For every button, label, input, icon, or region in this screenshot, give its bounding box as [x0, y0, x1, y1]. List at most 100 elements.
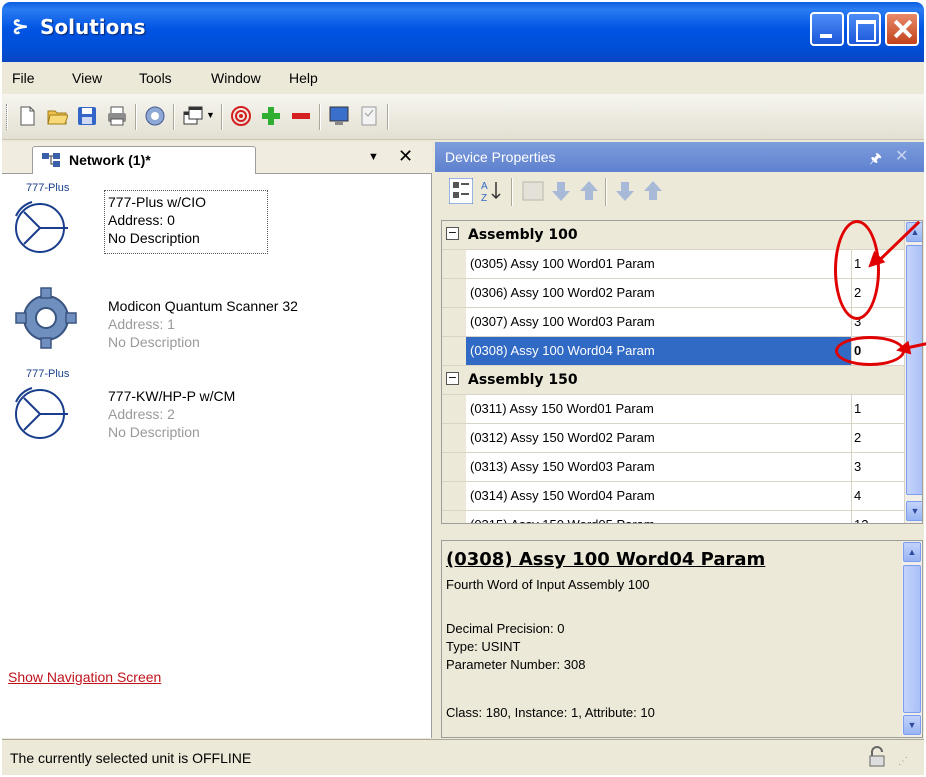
print-icon[interactable]: [106, 105, 128, 127]
property-value[interactable]: 1: [854, 401, 861, 416]
toolbar-grip[interactable]: [6, 104, 8, 130]
arrow-down-icon[interactable]: [551, 180, 571, 202]
scroll-down-button[interactable]: ▼: [906, 501, 922, 521]
device-item[interactable]: Modicon Quantum Scanner 32 Address: 1 No…: [12, 282, 422, 362]
collapse-icon[interactable]: −: [446, 372, 459, 385]
chevron-down-icon[interactable]: ▼: [206, 110, 215, 120]
close-icon[interactable]: ✕: [895, 146, 908, 166]
properties-toolbar: AZ: [435, 172, 924, 218]
device-address: Address: 0: [108, 212, 175, 228]
add-icon[interactable]: [260, 105, 282, 127]
close-icon[interactable]: ✕: [398, 146, 413, 167]
property-value[interactable]: 2: [854, 430, 861, 445]
scroll-thumb[interactable]: [906, 245, 922, 495]
table-row[interactable]: (0312) Assy 150 Word02 Param 2: [442, 424, 904, 453]
scroll-down-button[interactable]: ▼: [903, 715, 921, 735]
table-row[interactable]: (0314) Assy 150 Word04 Param 4: [442, 482, 904, 511]
device-item[interactable]: 777-Plus 777-KW/HP-P w/CM Address: 2 No …: [12, 368, 422, 450]
open-folder-icon[interactable]: [46, 105, 68, 127]
property-name: (0313) Assy 150 Word03 Param: [466, 453, 852, 481]
monitor-icon[interactable]: [328, 105, 350, 127]
save-icon[interactable]: [76, 105, 98, 127]
window-icon[interactable]: [182, 105, 204, 127]
device-description: No Description: [108, 334, 200, 350]
arrow-up-icon[interactable]: [643, 180, 663, 202]
collapse-icon[interactable]: −: [446, 227, 459, 240]
menu-bar: File View Tools Window Help: [2, 62, 924, 94]
data-type: Type: USINT: [446, 639, 521, 654]
menu-file[interactable]: File: [12, 70, 35, 86]
device-name: 777-Plus w/CIO: [108, 194, 207, 210]
device-address: Address: 1: [108, 316, 175, 332]
device-name: Modicon Quantum Scanner 32: [108, 298, 298, 314]
arrow-head-icon: [894, 340, 912, 358]
lock-icon: [869, 746, 885, 767]
tab-network[interactable]: Network (1)*: [32, 146, 256, 174]
checklist-icon[interactable]: [358, 105, 380, 127]
table-row[interactable]: (0315) Assy 150 Word05 Param12: [442, 511, 904, 523]
device-description: No Description: [108, 230, 200, 246]
table-row[interactable]: (0307) Assy 100 Word03 Param 3: [442, 308, 904, 337]
sort-alphabetical-icon[interactable]: AZ: [479, 178, 503, 204]
close-button[interactable]: [885, 12, 919, 46]
class-info: Class: 180, Instance: 1, Attribute: 10: [446, 705, 655, 720]
property-name: (0314) Assy 150 Word04 Param: [466, 482, 852, 510]
arrow-up-icon[interactable]: [579, 180, 599, 202]
annotation-ellipse: [835, 336, 905, 366]
remove-icon[interactable]: [290, 105, 312, 127]
menu-view[interactable]: View: [72, 70, 102, 86]
description-subtitle: Fourth Word of Input Assembly 100: [446, 577, 650, 592]
property-name: (0312) Assy 150 Word02 Param: [466, 424, 852, 452]
window-title: Solutions: [40, 15, 146, 39]
table-row[interactable]: (0313) Assy 150 Word03 Param 3: [442, 453, 904, 482]
property-value[interactable]: 3: [854, 459, 861, 474]
device-item[interactable]: 777-Plus 777-Plus w/CIO Address: 0 No De…: [12, 182, 422, 264]
scroll-thumb[interactable]: [903, 565, 921, 713]
toolbar-separator: [135, 104, 137, 130]
status-bar: The currently selected unit is OFFLINE ⋰: [2, 739, 924, 775]
toolbar-separator: [605, 178, 607, 206]
main-toolbar: ▼: [2, 94, 924, 140]
category-label: Assembly 100: [468, 227, 578, 243]
motor-icon: [15, 201, 68, 253]
property-pages-icon[interactable]: [521, 180, 545, 202]
category-row[interactable]: − Assembly 150: [442, 366, 904, 395]
category-row[interactable]: − Assembly 100: [442, 221, 904, 250]
device-properties-header: Device Properties 🖈 ✕: [435, 142, 924, 172]
scroll-up-button[interactable]: ▲: [903, 542, 921, 562]
connect-icon[interactable]: [144, 105, 166, 127]
network-scan-icon[interactable]: [230, 105, 252, 127]
resize-grip-icon[interactable]: ⋰: [898, 756, 908, 767]
minimize-button[interactable]: [810, 12, 844, 46]
property-name: (0307) Assy 100 Word03 Param: [466, 308, 852, 336]
device-badge: 777-Plus: [26, 368, 70, 380]
property-value[interactable]: 12: [854, 517, 868, 523]
menu-tools[interactable]: Tools: [139, 70, 172, 86]
network-panel: Network (1)* ▼ ✕ 777-Plus 777-Plus w/CIO…: [2, 142, 432, 738]
property-name: (0306) Assy 100 Word02 Param: [466, 279, 852, 307]
title-bar[interactable]: ⊱ Solutions: [2, 2, 924, 62]
property-name: (0305) Assy 100 Word01 Param: [466, 250, 852, 278]
menu-window[interactable]: Window: [211, 70, 261, 86]
show-navigation-link[interactable]: Show Navigation Screen: [8, 669, 161, 685]
property-name: (0311) Assy 150 Word01 Param: [466, 395, 852, 423]
property-name: (0308) Assy 100 Word04 Param: [466, 337, 852, 365]
pin-icon[interactable]: 🖈: [869, 148, 882, 172]
gear-icon: [15, 287, 77, 349]
maximize-button[interactable]: [847, 12, 881, 46]
app-logo-icon: ⊱: [12, 16, 29, 38]
chevron-down-icon[interactable]: ▼: [368, 151, 379, 163]
arrow-down-icon[interactable]: [615, 180, 635, 202]
description-panel: (0308) Assy 100 Word04 Param Fourth Word…: [441, 540, 923, 738]
grid-scrollbar[interactable]: ▲ ▼: [904, 221, 922, 523]
description-scrollbar[interactable]: ▲ ▼: [902, 541, 922, 737]
property-value[interactable]: 4: [854, 488, 861, 503]
toolbar-separator: [319, 104, 321, 130]
toolbar-separator: [221, 104, 223, 130]
menu-help[interactable]: Help: [289, 70, 318, 86]
table-row[interactable]: (0311) Assy 150 Word01 Param 1: [442, 395, 904, 424]
device-badge: 777-Plus: [26, 182, 70, 194]
new-file-icon[interactable]: [16, 105, 38, 127]
categorized-view-icon[interactable]: [449, 178, 473, 204]
network-tab-bar: Network (1)* ▼ ✕: [2, 142, 432, 174]
